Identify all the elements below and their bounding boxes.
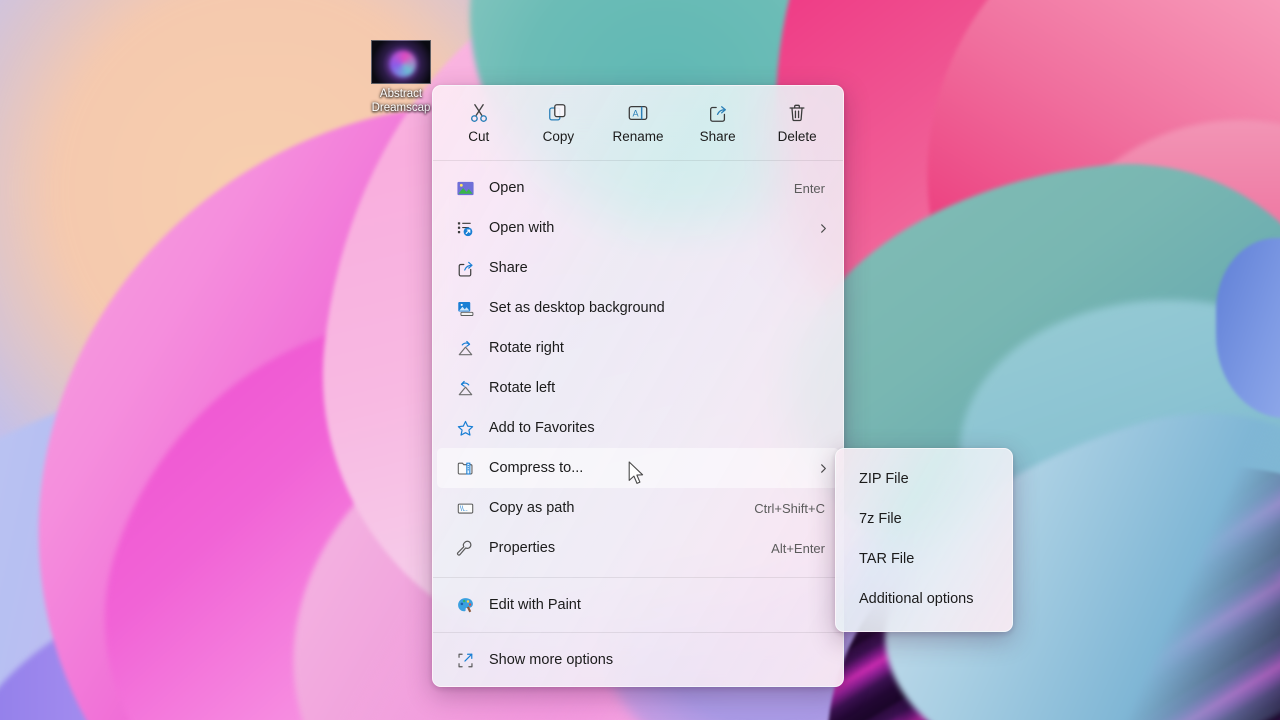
menu-item-open-with-label: Open with bbox=[489, 220, 555, 236]
submenu-item-additional-options-label: Additional options bbox=[859, 591, 974, 607]
submenu-item-zip-file-label: ZIP File bbox=[859, 471, 909, 487]
menu-item-open-with[interactable]: Open with bbox=[437, 208, 839, 248]
delete-button[interactable]: Delete bbox=[757, 93, 837, 153]
menu-item-copy-as-path-accel: Ctrl+Shift+C bbox=[754, 500, 825, 516]
menu-separator-more bbox=[433, 632, 843, 633]
chevron-right-icon bbox=[815, 223, 829, 234]
wrench-icon bbox=[455, 538, 475, 558]
picture-icon bbox=[455, 178, 475, 198]
copy-label: Copy bbox=[542, 129, 575, 144]
copy-button[interactable]: Copy bbox=[519, 93, 599, 153]
svg-text:A: A bbox=[632, 109, 639, 119]
menu-item-show-more-options-label: Show more options bbox=[489, 652, 614, 668]
rotate-left-icon bbox=[455, 378, 475, 398]
share-label: Share bbox=[699, 129, 736, 144]
menu-item-add-to-favorites-label: Add to Favorites bbox=[489, 420, 595, 436]
context-menu-group-more: Show more options bbox=[433, 637, 843, 686]
menu-item-rotate-left-label: Rotate left bbox=[489, 380, 556, 396]
submenu-item-tar-file[interactable]: TAR File bbox=[841, 539, 1007, 579]
rename-button[interactable]: A Rename bbox=[598, 93, 678, 153]
menu-item-set-as-desktop-background-label: Set as desktop background bbox=[489, 300, 665, 316]
submenu-item-7z-file-label: 7z File bbox=[859, 511, 902, 527]
menu-item-copy-as-path[interactable]: \\.. Copy as path Ctrl+Shift+C bbox=[437, 488, 839, 528]
image-thumbnail-icon bbox=[371, 40, 431, 84]
cut-label: Cut bbox=[468, 129, 490, 144]
desktop-icon-label-line2: Dreamscap bbox=[371, 102, 431, 114]
menu-item-show-more-options[interactable]: Show more options bbox=[437, 640, 839, 680]
rename-icon: A bbox=[627, 102, 649, 124]
menu-item-compress-to[interactable]: Compress to... bbox=[437, 448, 839, 488]
star-icon bbox=[455, 418, 475, 438]
menu-item-copy-as-path-label: Copy as path bbox=[489, 500, 575, 516]
menu-item-properties-label: Properties bbox=[489, 540, 556, 556]
submenu-item-zip-file[interactable]: ZIP File bbox=[841, 459, 1007, 499]
menu-item-rotate-right-label: Rotate right bbox=[489, 340, 564, 356]
delete-label: Delete bbox=[777, 129, 817, 144]
svg-text:\\..: \\.. bbox=[459, 506, 467, 513]
share-icon bbox=[455, 258, 475, 278]
menu-item-open[interactable]: Open Enter bbox=[437, 168, 839, 208]
compress-to-submenu: ZIP File 7z File TAR File Additional opt… bbox=[835, 448, 1013, 632]
desktop-icon-label-line1: Abstract bbox=[379, 88, 423, 100]
chevron-right-icon bbox=[815, 463, 829, 474]
expand-icon bbox=[455, 650, 475, 670]
context-menu: Cut Copy A Rename Share Delete Open Ente… bbox=[432, 85, 844, 687]
paint-palette-icon bbox=[455, 595, 475, 615]
menu-item-share[interactable]: Share bbox=[437, 248, 839, 288]
menu-item-compress-to-label: Compress to... bbox=[489, 460, 584, 476]
context-menu-group-paint: Edit with Paint bbox=[433, 582, 843, 628]
share-button[interactable]: Share bbox=[678, 93, 758, 153]
cut-button[interactable]: Cut bbox=[439, 93, 519, 153]
menu-separator-toolbar bbox=[433, 160, 843, 161]
submenu-item-additional-options[interactable]: Additional options bbox=[841, 579, 1007, 619]
compress-icon bbox=[455, 458, 475, 478]
context-menu-toolbar: Cut Copy A Rename Share Delete bbox=[433, 86, 843, 156]
menu-item-open-accel: Enter bbox=[793, 180, 825, 196]
menu-item-edit-with-paint[interactable]: Edit with Paint bbox=[437, 585, 839, 625]
menu-item-properties-accel: Alt+Enter bbox=[771, 540, 825, 556]
share-icon bbox=[707, 102, 729, 124]
menu-item-properties[interactable]: Properties Alt+Enter bbox=[437, 528, 839, 568]
menu-item-share-label: Share bbox=[489, 260, 528, 276]
rename-label: Rename bbox=[612, 129, 664, 144]
open-with-icon bbox=[455, 218, 475, 238]
wallpaper-icon bbox=[455, 298, 475, 318]
copy-icon bbox=[547, 102, 569, 124]
trash-icon bbox=[786, 102, 808, 124]
rotate-right-icon bbox=[455, 338, 475, 358]
menu-item-rotate-right[interactable]: Rotate right bbox=[437, 328, 839, 368]
menu-item-add-to-favorites[interactable]: Add to Favorites bbox=[437, 408, 839, 448]
menu-item-set-as-desktop-background[interactable]: Set as desktop background bbox=[437, 288, 839, 328]
copy-path-icon: \\.. bbox=[455, 498, 475, 518]
menu-separator-paint bbox=[433, 577, 843, 578]
submenu-item-7z-file[interactable]: 7z File bbox=[841, 499, 1007, 539]
submenu-item-tar-file-label: TAR File bbox=[859, 551, 915, 567]
menu-item-open-label: Open bbox=[489, 180, 525, 196]
context-menu-items: Open Enter Open with Share Set as deskto… bbox=[433, 165, 843, 573]
menu-item-rotate-left[interactable]: Rotate left bbox=[437, 368, 839, 408]
menu-item-edit-with-paint-label: Edit with Paint bbox=[489, 597, 581, 613]
scissors-icon bbox=[468, 102, 490, 124]
desktop-root: Abstract Dreamscap Cut Copy A Rename Sha… bbox=[0, 0, 1280, 720]
